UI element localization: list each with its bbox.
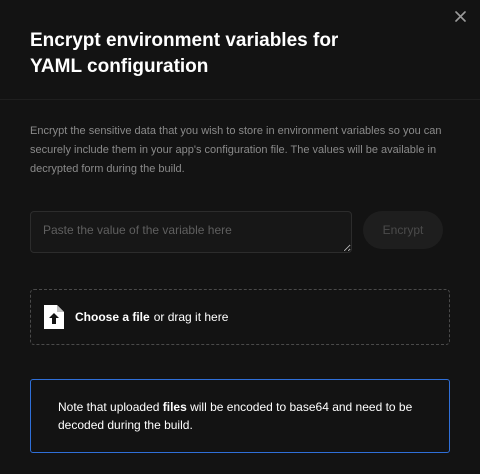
modal-description: Encrypt the sensitive data that you wish… — [30, 125, 442, 175]
encrypt-button[interactable]: Encrypt — [363, 211, 443, 249]
note-prefix: Note that uploaded — [58, 400, 163, 414]
dropzone-hint: or drag it here — [153, 310, 229, 324]
close-button[interactable] — [450, 6, 470, 26]
encrypt-env-modal: Encrypt environment variables for YAML c… — [0, 0, 480, 474]
variable-value-input[interactable] — [30, 211, 352, 253]
encoding-note: Note that uploaded files will be encoded… — [30, 379, 450, 453]
close-icon — [454, 10, 466, 22]
file-upload-icon — [44, 305, 64, 329]
note-emphasis: files — [162, 400, 187, 414]
file-dropzone[interactable]: Choose a file or drag it here — [30, 289, 450, 345]
encrypt-row: Encrypt — [30, 211, 450, 253]
modal-header: Encrypt environment variables for YAML c… — [0, 0, 480, 100]
modal-title: Encrypt environment variables for YAML c… — [30, 30, 339, 77]
choose-file-link[interactable]: Choose a file — [75, 310, 150, 324]
